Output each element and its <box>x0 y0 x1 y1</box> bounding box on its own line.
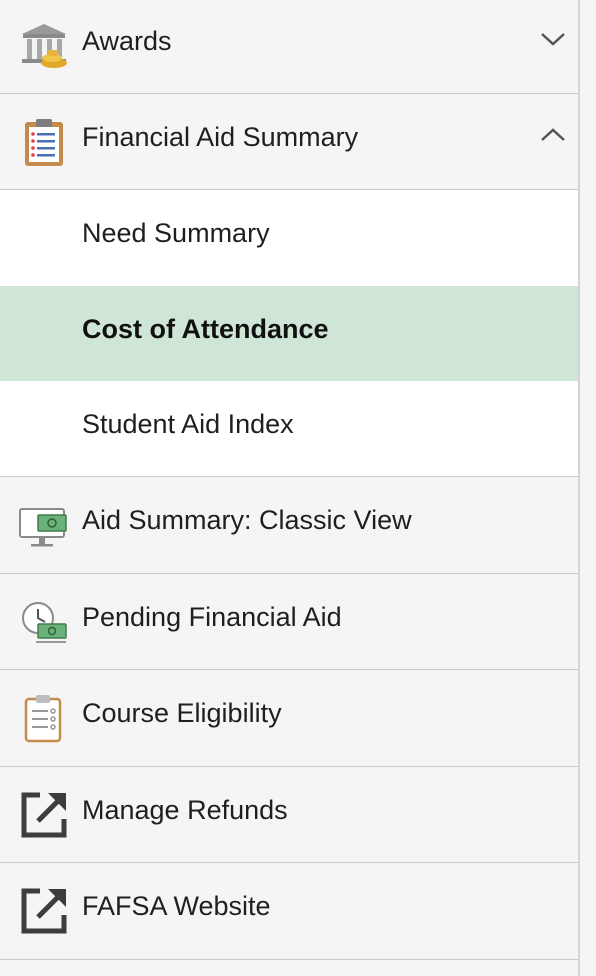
clipboard-list-icon <box>18 116 70 168</box>
chevron-down-icon[interactable] <box>538 24 568 54</box>
sub-item-student-aid-index[interactable]: Student Aid Index <box>0 381 578 477</box>
nav-item-label: Awards <box>82 26 172 56</box>
sub-item-label: Student Aid Index <box>82 409 294 439</box>
nav-item-pending-financial-aid[interactable]: Pending Financial Aid <box>0 574 578 670</box>
nav-item-awards[interactable]: Awards <box>0 0 578 94</box>
sub-item-need-summary[interactable]: Need Summary <box>0 190 578 286</box>
nav-item-label: Financial Aid Summary <box>82 122 359 152</box>
chevron-up-icon[interactable] <box>538 120 568 150</box>
sub-item-label: Need Summary <box>82 218 270 248</box>
nav-item-manage-refunds[interactable]: Manage Refunds <box>0 767 578 863</box>
nav-item-aid-summary-classic[interactable]: Aid Summary: Classic View <box>0 477 578 574</box>
clock-cash-icon <box>18 596 70 648</box>
nav-item-fafsa-website[interactable]: FAFSA Website <box>0 863 578 960</box>
sub-item-cost-of-attendance[interactable]: Cost of Attendance <box>0 286 578 381</box>
external-link-icon <box>18 789 70 841</box>
nav-item-label: FAFSA Website <box>82 891 271 921</box>
bank-coins-icon <box>18 20 70 72</box>
nav-item-course-eligibility[interactable]: Course Eligibility <box>0 670 578 767</box>
clipboard-check-icon <box>18 692 70 744</box>
nav-item-financial-aid-summary[interactable]: Financial Aid Summary <box>0 94 578 190</box>
nav-item-label: Aid Summary: Classic View <box>82 505 412 535</box>
sidebar-nav: Awards Financial Aid Summary Need Summar… <box>0 0 580 976</box>
nav-item-label: Course Eligibility <box>82 698 282 728</box>
monitor-cash-icon <box>18 499 70 551</box>
nav-item-label: Manage Refunds <box>82 795 288 825</box>
nav-item-label: Pending Financial Aid <box>82 602 342 632</box>
external-link-icon <box>18 885 70 937</box>
sub-item-label: Cost of Attendance <box>82 314 329 344</box>
